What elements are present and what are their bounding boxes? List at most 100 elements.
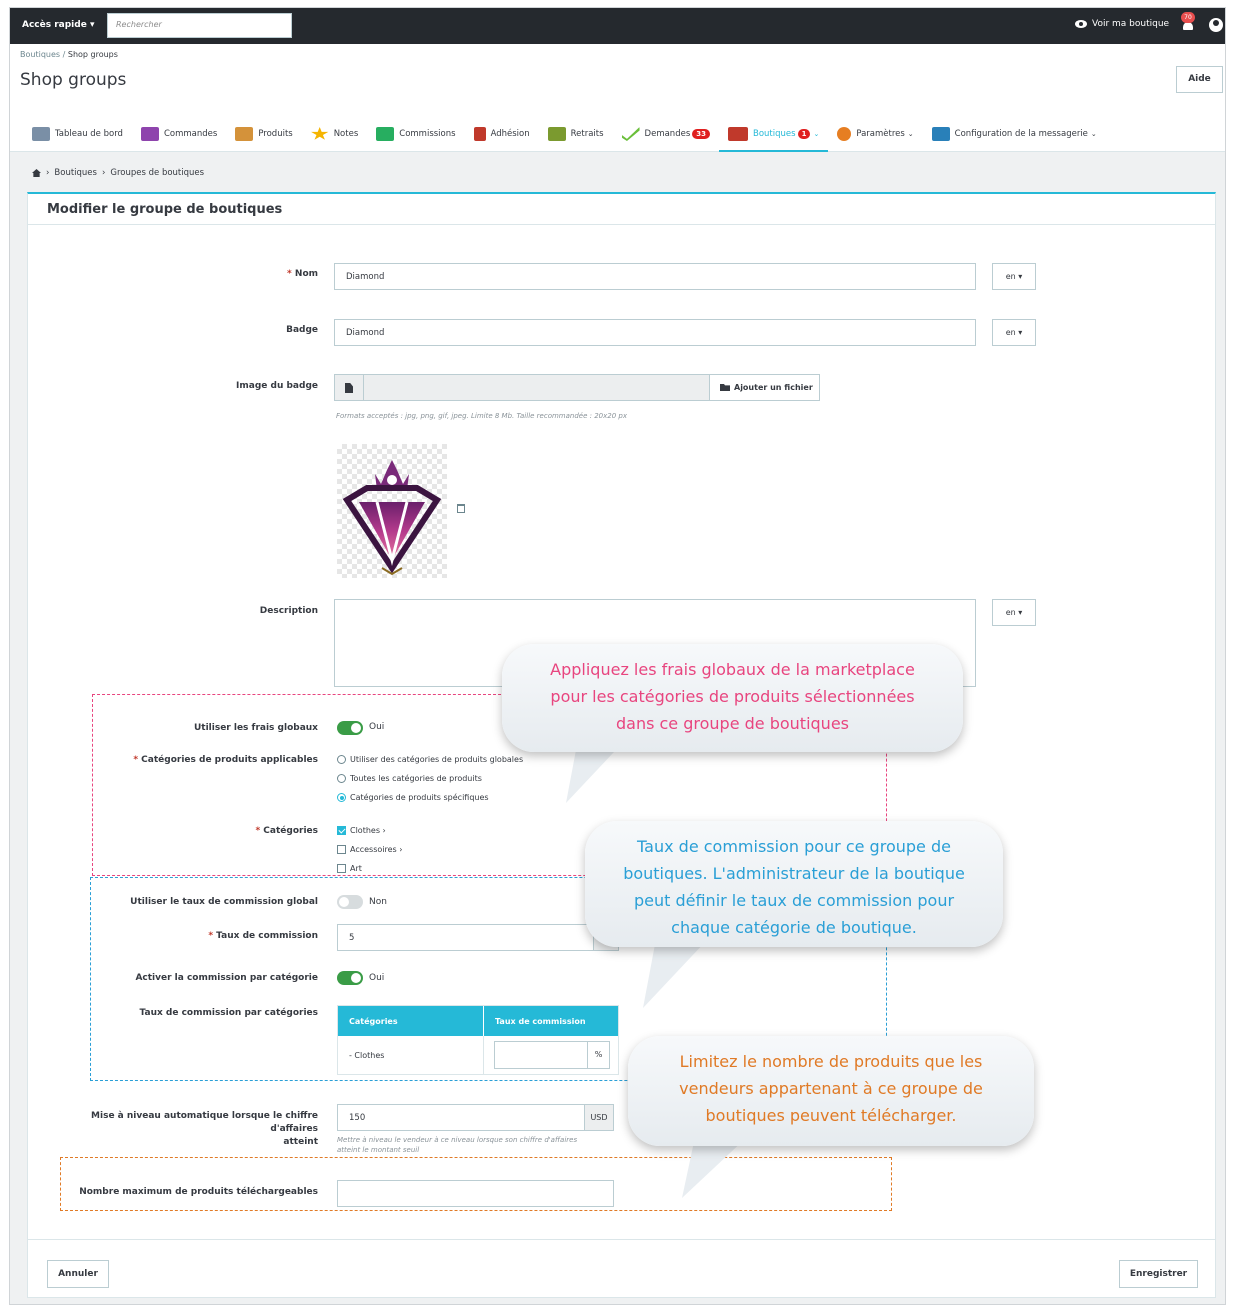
search-input[interactable]: Rechercher: [107, 13, 292, 38]
tab-label: Produits: [258, 129, 293, 139]
divider: [363, 375, 364, 400]
formats-help: Formats acceptés : jpg, png, gif, jpeg. …: [336, 412, 627, 420]
fees-callout: Appliquez les frais globaux de la market…: [502, 644, 963, 752]
shops-count-badge: 1: [797, 129, 811, 139]
tab-messaging-config[interactable]: Configuration de la messagerie ⌄: [923, 116, 1106, 152]
tab-dashboard[interactable]: Tableau de bord: [23, 116, 132, 152]
tab-ratings[interactable]: Notes: [302, 116, 368, 152]
badge-image-label: Image du badge: [236, 381, 318, 391]
callout-line: boutiques. L'administrateur de la boutiq…: [623, 864, 965, 883]
badge-input[interactable]: Diamond: [334, 319, 976, 346]
star-icon: [311, 127, 329, 140]
callout-line: chaque catégorie de boutique.: [671, 918, 917, 937]
callout-line: dans ce groupe de boutiques: [615, 714, 849, 733]
callout-line: peut définir le taux de commission pour: [633, 891, 955, 910]
tab-products[interactable]: Produits: [226, 116, 301, 152]
page-header: Boutiques / Shop groups Shop groups Aide…: [10, 44, 1225, 152]
quick-access-menu[interactable]: Accès rapide ▾: [22, 20, 94, 30]
help-button[interactable]: Aide: [1176, 66, 1223, 93]
callout-line: Appliquez les frais globaux de la market…: [550, 660, 915, 679]
bell-icon: [1183, 22, 1193, 30]
description-label: Description: [259, 606, 318, 616]
app-window: Accès rapide ▾ Rechercher Voir ma boutiq…: [9, 7, 1226, 1305]
auto-upgrade-input[interactable]: 150: [337, 1104, 585, 1131]
save-button[interactable]: Enregistrer: [1119, 1260, 1198, 1288]
shop-icon: [728, 127, 749, 141]
box-icon: [235, 127, 254, 141]
add-file-button[interactable]: Ajouter un fichier: [709, 374, 820, 401]
delete-image-icon[interactable]: [457, 504, 465, 513]
description-language-dropdown[interactable]: en ▾: [992, 599, 1036, 626]
auto-upgrade-help: Mettre à niveau le vendeur à ce niveau l…: [337, 1135, 617, 1155]
tab-label: Adhésion: [490, 129, 530, 139]
money-icon: [376, 127, 395, 141]
view-shop-label: Voir ma boutique: [1092, 19, 1170, 29]
view-shop-link[interactable]: Voir ma boutique: [1075, 19, 1169, 29]
tab-requests[interactable]: Demandes 33: [613, 116, 719, 152]
dashboard-icon: [32, 127, 50, 141]
tab-label: Tableau de bord: [55, 129, 123, 139]
membership-icon: [473, 127, 486, 141]
cart-icon: [140, 127, 159, 141]
tab-commissions[interactable]: Commissions: [367, 116, 464, 152]
chevron-down-icon: ⌄: [907, 130, 914, 138]
add-file-label: Ajouter un fichier: [734, 383, 813, 392]
folder-open-icon: [720, 384, 730, 391]
file-icon: [345, 383, 353, 393]
breadcrumb: Boutiques / Shop groups: [20, 50, 118, 59]
label-line: Mise à niveau automatique lorsque le chi…: [91, 1111, 318, 1134]
notification-count: 70: [1181, 12, 1195, 23]
name-input[interactable]: Diamond: [334, 263, 976, 290]
badge-image-preview: [337, 444, 447, 578]
tab-membership[interactable]: Adhésion: [465, 116, 539, 152]
tab-label: Configuration de la messagerie: [954, 129, 1088, 139]
top-bar: Accès rapide ▾ Rechercher Voir ma boutiq…: [10, 8, 1225, 44]
tab-shops[interactable]: Boutiques 1 ⌄: [719, 116, 829, 152]
page-title: Shop groups: [20, 70, 127, 90]
tab-withdrawals[interactable]: Retraits: [539, 116, 613, 152]
user-account-icon[interactable]: [1209, 18, 1223, 32]
breadcrumb-shop-groups[interactable]: Groupes de boutiques: [110, 168, 204, 178]
callout-line: boutiques peuvent télécharger.: [705, 1106, 957, 1125]
checkmark-icon: [621, 127, 640, 141]
limit-callout: Limitez le nombre de produits que les ve…: [628, 1036, 1034, 1146]
divider: [28, 1239, 1215, 1240]
help-line: atteint le montant seuil: [337, 1146, 420, 1154]
name-language-dropdown[interactable]: en ▾: [992, 263, 1036, 290]
home-icon[interactable]: [32, 169, 41, 177]
notifications-button[interactable]: 70: [1181, 12, 1195, 32]
chevron-down-icon: ⌄: [813, 130, 820, 138]
eye-icon: [1075, 20, 1087, 28]
withdraw-icon: [547, 127, 566, 141]
callout-line: Limitez le nombre de produits que les: [679, 1052, 983, 1071]
auto-upgrade-unit: USD: [584, 1104, 614, 1131]
breadcrumb-shops[interactable]: Boutiques: [54, 168, 97, 178]
gear-icon: [837, 127, 852, 141]
tab-label: Commandes: [163, 129, 218, 139]
label-line: atteint: [283, 1137, 318, 1147]
label-text: Nom: [294, 269, 318, 279]
required-mark: *: [287, 269, 292, 279]
messaging-icon: [931, 127, 950, 141]
breadcrumb-parent[interactable]: Boutiques: [20, 50, 60, 59]
badge-label: Badge: [286, 325, 318, 335]
auto-upgrade-label: Mise à niveau automatique lorsque le chi…: [48, 1110, 318, 1149]
tab-label: Paramètres: [856, 129, 905, 139]
breadcrumb-separator: ›: [101, 168, 106, 178]
callout-line: Taux de commission pour ce groupe de: [637, 837, 951, 856]
limit-annotation-box: [60, 1157, 892, 1211]
badge-file-input[interactable]: Ajouter un fichier: [334, 374, 820, 401]
module-tabs: Tableau de bord Commandes Produits Notes…: [10, 116, 1106, 152]
breadcrumb-current: Shop groups: [67, 50, 118, 59]
diamond-crown-logo: [342, 460, 442, 576]
requests-count-badge: 33: [692, 129, 711, 139]
breadcrumb-separator: /: [62, 50, 66, 59]
tab-label: Notes: [333, 129, 359, 139]
tab-orders[interactable]: Commandes: [132, 116, 226, 152]
tab-settings[interactable]: Paramètres ⌄: [828, 116, 922, 152]
help-line: Mettre à niveau le vendeur à ce niveau l…: [337, 1136, 578, 1144]
cancel-button[interactable]: Annuler: [47, 1260, 109, 1288]
badge-language-dropdown[interactable]: en ▾: [992, 319, 1036, 346]
divider: [28, 224, 1215, 225]
tab-label: Retraits: [570, 129, 604, 139]
